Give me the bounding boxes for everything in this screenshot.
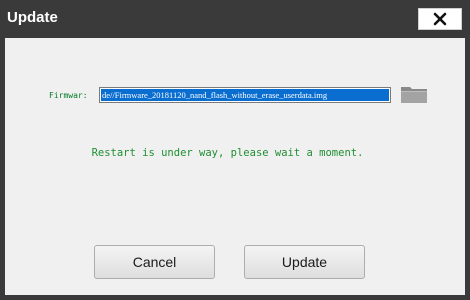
browse-folder-button[interactable] xyxy=(400,84,428,104)
dialog-body: Firmwar: de//Firmware_20181120_nand_flas… xyxy=(5,38,465,295)
close-x-icon xyxy=(433,12,447,26)
status-message: Restart is under way, please wait a mome… xyxy=(91,147,364,159)
firmware-path-value: de//Firmware_20181120_nand_flash_without… xyxy=(101,89,389,101)
close-button[interactable] xyxy=(418,8,462,30)
cancel-button[interactable]: Cancel xyxy=(94,245,215,279)
title-bar: Update xyxy=(0,0,470,38)
firmware-label: Firmwar: xyxy=(49,91,88,100)
folder-icon xyxy=(401,87,427,103)
update-dialog: Update Firmwar: de//Firmware_20181120_na… xyxy=(0,0,470,300)
dialog-title: Update xyxy=(7,9,58,26)
window-bottom-border xyxy=(0,295,470,300)
update-button[interactable]: Update xyxy=(244,245,365,279)
firmware-path-input[interactable]: de//Firmware_20181120_nand_flash_without… xyxy=(99,87,391,103)
